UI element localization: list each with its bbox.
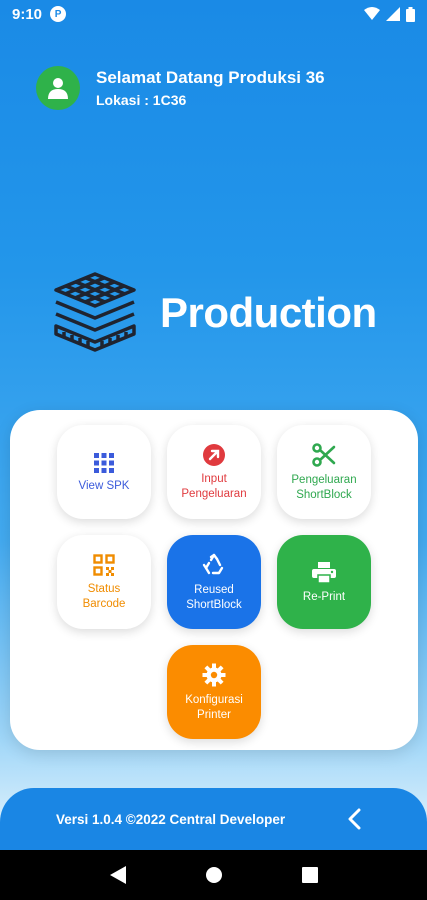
view-spk-label: View SPK — [78, 479, 130, 492]
input-pengeluaran-button[interactable]: Input Pengeluaran — [167, 425, 261, 519]
gear-icon — [202, 663, 226, 687]
back-button[interactable] — [341, 806, 367, 832]
layers-logo-icon — [54, 272, 136, 352]
recycle-icon — [202, 553, 224, 575]
input-pengeluaran-label: Input Pengeluaran — [181, 473, 247, 500]
reused-shortblock-label: Reused ShortBlock — [186, 584, 242, 611]
status-barcode-label: Status Barcode — [82, 583, 126, 610]
re-print-button[interactable]: Re-Print — [277, 535, 371, 629]
user-icon — [48, 78, 68, 99]
konfigurasi-printer-label: Konfigurasi Printer — [185, 694, 243, 721]
pengeluaran-shortblock-label: Pengeluaran ShortBlock — [291, 474, 357, 501]
brand-section: Production — [52, 270, 377, 356]
grid-icon — [94, 452, 114, 473]
nav-recents-icon[interactable] — [301, 867, 318, 883]
avatar[interactable] — [36, 66, 80, 110]
nav-back-icon[interactable] — [109, 866, 126, 884]
status-time: 9:10 — [12, 5, 43, 23]
reused-shortblock-button[interactable]: Reused ShortBlock — [167, 535, 261, 629]
system-nav-bar — [0, 850, 427, 900]
printer-icon — [312, 561, 336, 584]
qr-code-icon — [93, 554, 115, 576]
nav-home-icon[interactable] — [205, 866, 223, 884]
chevron-left-icon — [348, 808, 361, 830]
konfigurasi-printer-button[interactable]: Konfigurasi Printer — [167, 645, 261, 739]
battery-icon — [406, 6, 415, 22]
status-bar: 9:10 P — [0, 0, 427, 28]
version-label: Versi 1.0.4 ©2022 Central Developer — [56, 811, 286, 827]
status-barcode-button[interactable]: Status Barcode — [57, 535, 151, 629]
re-print-label: Re-Print — [302, 590, 346, 603]
greeting-section: Selamat Datang Produksi 36 Lokasi : 1C36 — [36, 66, 325, 110]
location-label: Lokasi : 1C36 — [96, 92, 187, 108]
greeting-title: Selamat Datang Produksi 36 — [96, 68, 325, 87]
pengeluaran-shortblock-button[interactable]: Pengeluaran ShortBlock — [277, 425, 371, 519]
view-spk-button[interactable]: View SPK — [57, 425, 151, 519]
arrow-up-right-icon — [203, 444, 225, 466]
menu-card: View SPK Input Pengeluaran Pengeluaran S… — [10, 410, 418, 750]
notification-app-icon: P — [50, 6, 67, 22]
signal-icon — [386, 7, 400, 21]
wifi-icon — [364, 7, 380, 20]
scissors-icon — [312, 443, 336, 467]
footer-bar: Versi 1.0.4 ©2022 Central Developer — [0, 788, 427, 850]
brand-title: Production — [160, 289, 377, 336]
